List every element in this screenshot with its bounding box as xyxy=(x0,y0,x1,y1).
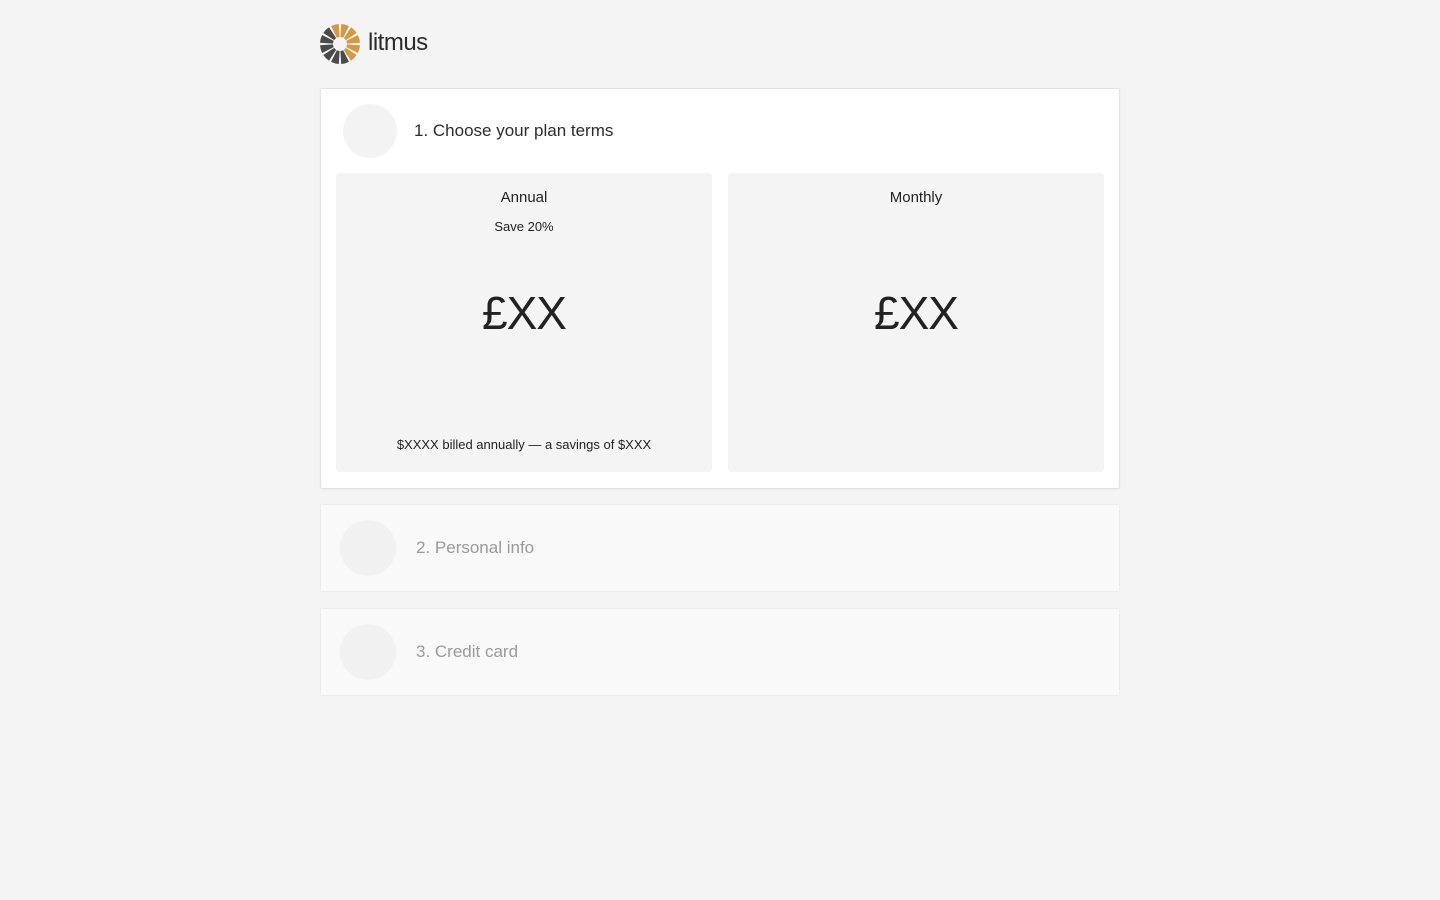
step-indicator-circle xyxy=(343,104,397,158)
step-header[interactable]: 3. Credit card xyxy=(321,609,1119,695)
plan-savings-note: Save 20% xyxy=(494,219,554,234)
plan-name: Monthly xyxy=(889,189,943,206)
step-title: 3. Credit card xyxy=(416,642,519,661)
step-header[interactable]: 2. Personal info xyxy=(321,505,1119,591)
plan-price: £XX xyxy=(482,287,567,339)
step-personal-info[interactable]: 2. Personal info xyxy=(320,504,1120,592)
step-indicator-circle xyxy=(340,520,396,576)
litmus-logo[interactable]: litmus xyxy=(320,23,428,65)
litmus-sunburst-logo-icon xyxy=(320,24,360,64)
plan-price: £XX xyxy=(874,287,959,339)
step-plan-terms: 1. Choose your plan terms Annual Save 20… xyxy=(320,88,1120,489)
step-title: 1. Choose your plan terms xyxy=(414,121,614,140)
plan-card-monthly[interactable]: Monthly £XX xyxy=(728,173,1104,472)
plan-options: Annual Save 20% £XX $XXXX billed annuall… xyxy=(336,173,1104,472)
plan-card-annual[interactable]: Annual Save 20% £XX $XXXX billed annuall… xyxy=(336,173,712,472)
plan-billing-note: $XXXX billed annually — a savings of $XX… xyxy=(396,437,652,452)
step-header[interactable]: 1. Choose your plan terms xyxy=(321,89,1119,173)
brand-name: litmus xyxy=(368,29,428,56)
step-title: 2. Personal info xyxy=(416,538,535,557)
step-credit-card[interactable]: 3. Credit card xyxy=(320,608,1120,696)
step-indicator-circle xyxy=(340,624,396,680)
plan-name: Annual xyxy=(500,189,548,206)
